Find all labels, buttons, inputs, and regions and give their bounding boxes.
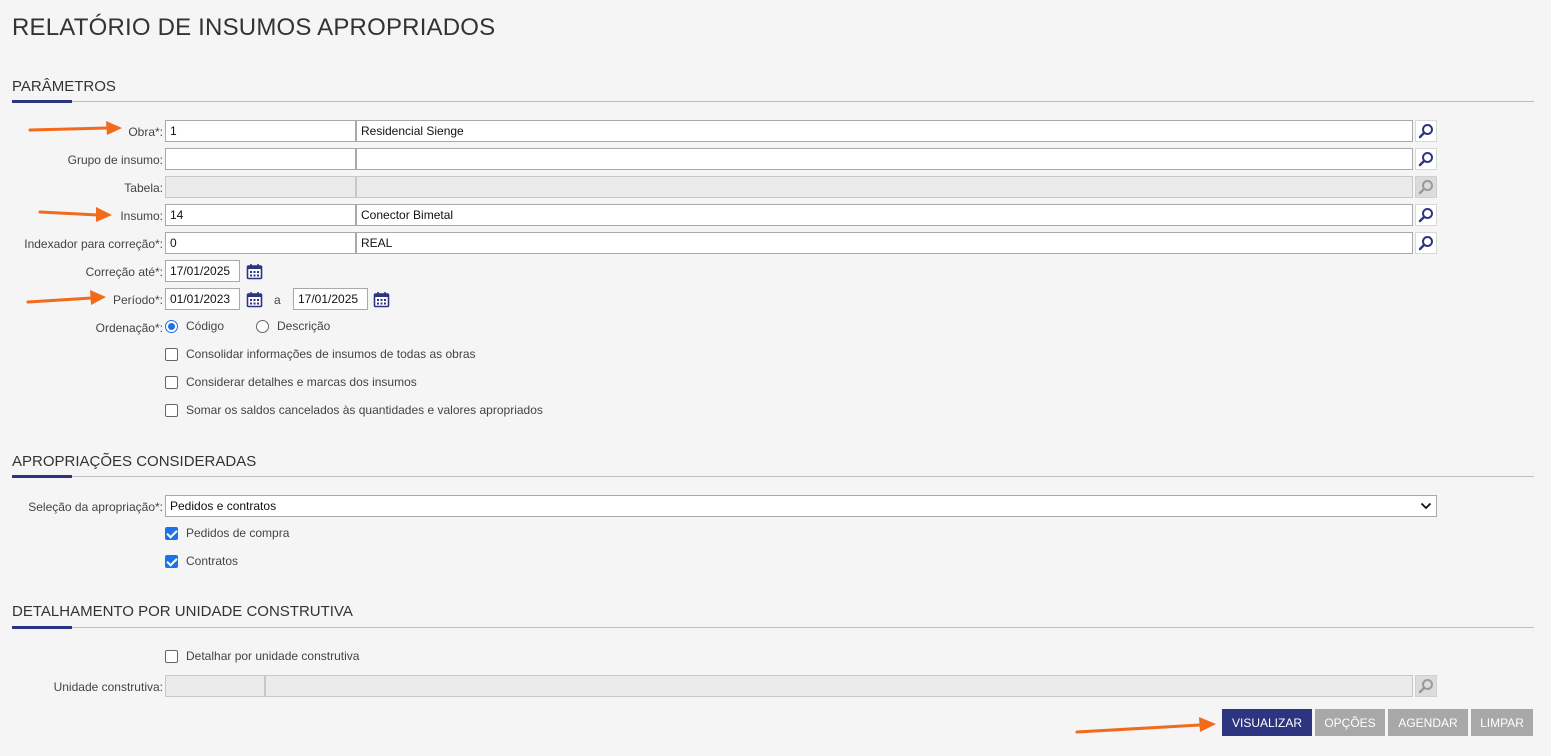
- periodo-start-calendar-button[interactable]: [244, 289, 264, 309]
- tabela-code-input: [165, 176, 356, 198]
- unidade-search-button: [1415, 675, 1437, 697]
- calendar-icon: [246, 263, 262, 279]
- indexador-description-input[interactable]: REAL: [356, 232, 1413, 254]
- arrow-annotation-insumo: [38, 207, 112, 222]
- insumo-label: Insumo:: [120, 209, 163, 223]
- contratos-label: Contratos: [186, 554, 239, 568]
- insumo-search-button[interactable]: [1415, 204, 1437, 226]
- pedidos-label: Pedidos de compra: [186, 526, 290, 540]
- section-title-apropriacoes: APROPRIAÇÕES CONSIDERADAS: [12, 453, 257, 470]
- agendar-button[interactable]: AGENDAR: [1388, 709, 1468, 736]
- unidade-code-input: [165, 675, 265, 697]
- limpar-button[interactable]: LIMPAR: [1471, 709, 1533, 736]
- correcao-calendar-button[interactable]: [244, 261, 264, 281]
- contratos-checkbox-row[interactable]: Contratos: [165, 554, 238, 568]
- obra-search-button[interactable]: [1415, 120, 1437, 142]
- grupo-search-button[interactable]: [1415, 148, 1437, 170]
- ordenacao-descricao-radio[interactable]: Descrição: [256, 319, 330, 333]
- section-title-detalhamento: DETALHAMENTO POR UNIDADE CONSTRUTIVA: [12, 603, 353, 620]
- search-icon: [1418, 180, 1433, 195]
- section-divider: [12, 100, 1534, 103]
- radio-unselected[interactable]: [256, 319, 269, 333]
- section-divider: [12, 626, 1534, 629]
- search-icon: [1418, 679, 1433, 694]
- tabela-description-input: [356, 176, 1413, 198]
- insumo-description-input[interactable]: Conector Bimetal: [356, 204, 1413, 226]
- detalhar-checkbox[interactable]: [165, 649, 178, 663]
- detalhar-checkbox-row[interactable]: Detalhar por unidade construtiva: [165, 649, 359, 663]
- arrow-annotation-periodo: [26, 290, 106, 305]
- chevron-down-icon: [1420, 502, 1432, 510]
- correcao-date-input[interactable]: 17/01/2025: [165, 260, 240, 282]
- unidade-description-input: [265, 675, 1413, 697]
- pedidos-checkbox[interactable]: [165, 526, 178, 540]
- ordenacao-codigo-label: Código: [186, 319, 225, 333]
- consolidar-checkbox-row[interactable]: Consolidar informações de insumos de tod…: [165, 347, 476, 361]
- periodo-label: Período*:: [112, 293, 163, 307]
- section-divider: [12, 475, 1534, 478]
- somar-checkbox-row[interactable]: Somar os saldos cancelados às quantidade…: [165, 403, 543, 417]
- detalhes-checkbox[interactable]: [165, 375, 178, 389]
- periodo-start-input[interactable]: 01/01/2023: [165, 288, 240, 310]
- visualizar-button[interactable]: VISUALIZAR: [1222, 709, 1312, 736]
- pedidos-checkbox-row[interactable]: Pedidos de compra: [165, 526, 289, 540]
- grupo-label: Grupo de insumo:: [67, 153, 163, 167]
- search-icon: [1418, 124, 1433, 139]
- grupo-description-input[interactable]: [356, 148, 1413, 170]
- search-icon: [1418, 152, 1433, 167]
- ordenacao-label: Ordenação*:: [95, 321, 163, 335]
- calendar-icon: [246, 291, 262, 307]
- grupo-code-input[interactable]: [165, 148, 356, 170]
- detalhes-label: Considerar detalhes e marcas dos insumos: [186, 375, 417, 389]
- correcao-label: Correção até*:: [85, 265, 163, 279]
- periodo-separator: a: [274, 293, 281, 307]
- indexador-label: Indexador para correção*:: [24, 237, 163, 251]
- arrow-annotation-obra: [28, 121, 122, 135]
- section-title-parametros: PARÂMETROS: [12, 78, 116, 95]
- obra-code-input[interactable]: 1: [165, 120, 356, 142]
- unidade-label: Unidade construtiva:: [53, 680, 163, 694]
- page-title: RELATÓRIO DE INSUMOS APROPRIADOS: [12, 14, 496, 41]
- insumo-code-input[interactable]: 14: [165, 204, 356, 226]
- somar-checkbox[interactable]: [165, 403, 178, 417]
- periodo-end-calendar-button[interactable]: [371, 289, 391, 309]
- apropriacao-selected-value: Pedidos e contratos: [170, 499, 277, 513]
- somar-label: Somar os saldos cancelados às quantidade…: [186, 403, 543, 417]
- apropriacao-label: Seleção da apropriação*:: [28, 500, 163, 514]
- detalhar-label: Detalhar por unidade construtiva: [186, 649, 360, 663]
- indexador-search-button[interactable]: [1415, 232, 1437, 254]
- periodo-end-input[interactable]: 17/01/2025: [293, 288, 368, 310]
- tabela-label: Tabela:: [124, 181, 163, 195]
- indexador-code-input[interactable]: 0: [165, 232, 356, 254]
- contratos-checkbox[interactable]: [165, 554, 178, 568]
- radio-selected[interactable]: [165, 319, 178, 333]
- consolidar-label: Consolidar informações de insumos de tod…: [186, 347, 476, 361]
- search-icon: [1418, 236, 1433, 251]
- tabela-search-button: [1415, 176, 1437, 198]
- opcoes-button[interactable]: OPÇÕES: [1315, 709, 1385, 736]
- consolidar-checkbox[interactable]: [165, 347, 178, 361]
- obra-description-input[interactable]: Residencial Sienge: [356, 120, 1413, 142]
- apropriacao-select[interactable]: Pedidos e contratos: [165, 495, 1437, 517]
- ordenacao-descricao-label: Descrição: [277, 319, 331, 333]
- ordenacao-codigo-radio[interactable]: Código: [165, 319, 224, 333]
- obra-label: Obra*:: [128, 125, 163, 139]
- calendar-icon: [373, 291, 389, 307]
- search-icon: [1418, 208, 1433, 223]
- arrow-annotation-visualizar: [1075, 717, 1216, 734]
- detalhes-checkbox-row[interactable]: Considerar detalhes e marcas dos insumos: [165, 375, 417, 389]
